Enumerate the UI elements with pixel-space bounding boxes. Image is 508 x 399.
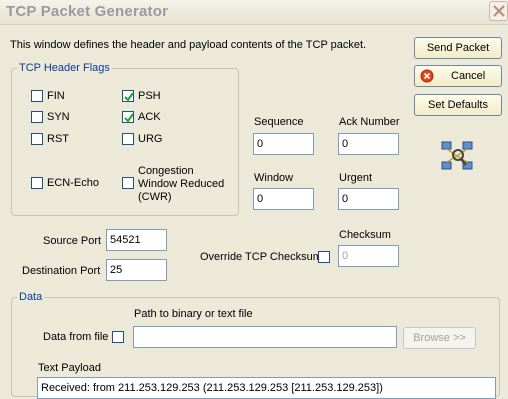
urgent-label: Urgent [339, 172, 373, 184]
psh-label: PSH [138, 90, 161, 102]
destination-port-field[interactable]: 25 [106, 259, 167, 281]
override-checksum-label: Override TCP Checksum [200, 251, 322, 263]
syn-label: SYN [47, 111, 70, 123]
data-legend: Data [17, 291, 45, 303]
ecn-echo-label: ECN-Echo [47, 177, 99, 189]
send-packet-button[interactable]: Send Packet [414, 37, 502, 59]
browse-button[interactable]: Browse >> [403, 327, 476, 349]
window-field[interactable]: 0 [253, 188, 314, 210]
tcp-header-flags-legend: TCP Header Flags [17, 62, 112, 74]
network-icon [440, 139, 474, 173]
urg-checkbox[interactable] [122, 133, 134, 145]
source-port-label: Source Port [43, 235, 102, 247]
window-title: TCP Packet Generator [6, 3, 169, 20]
cancel-button[interactable]: Cancel [414, 65, 502, 87]
ack-checkbox[interactable] [122, 111, 134, 123]
psh-checkbox[interactable] [122, 90, 134, 102]
checkmark-icon [124, 92, 134, 102]
file-path-field[interactable] [133, 326, 397, 348]
text-payload-label: Text Payload [38, 362, 101, 374]
fin-checkbox[interactable] [31, 90, 43, 102]
override-checksum-checkbox[interactable] [318, 251, 330, 263]
sequence-label: Sequence [254, 116, 304, 128]
cancel-label: Cancel [451, 70, 486, 82]
path-label: Path to binary or text file [134, 308, 253, 320]
checksum-field[interactable]: 0 [338, 245, 399, 267]
close-button[interactable] [489, 1, 508, 21]
urgent-field[interactable]: 0 [338, 188, 399, 210]
fin-label: FIN [47, 90, 65, 102]
window-label: Window [254, 172, 294, 184]
cwr-label-line3: (CWR) [138, 191, 172, 203]
ack-number-field[interactable]: 0 [338, 133, 399, 155]
cwr-label-line2: Window Reduced [138, 178, 225, 190]
ack-label: ACK [138, 111, 161, 123]
checksum-label: Checksum [339, 229, 391, 241]
ack-number-label: Ack Number [339, 116, 400, 128]
syn-checkbox[interactable] [31, 111, 43, 123]
rst-label: RST [47, 133, 69, 145]
checkmark-icon [124, 113, 134, 123]
description-text: This window defines the header and paylo… [10, 39, 367, 51]
close-icon [493, 5, 505, 17]
set-defaults-button[interactable]: Set Defaults [414, 94, 502, 116]
urg-label: URG [138, 133, 163, 145]
ecn-echo-checkbox[interactable] [31, 177, 43, 189]
text-payload-field[interactable]: Received: from 211.253.129.253 (211.253.… [37, 377, 496, 399]
data-from-file-label: Data from file [43, 331, 109, 343]
destination-port-label: Destination Port [22, 265, 101, 277]
data-from-file-checkbox[interactable] [112, 331, 124, 343]
cwr-label-line1: Congestion [138, 165, 194, 177]
sequence-field[interactable]: 0 [253, 133, 314, 155]
cwr-checkbox[interactable] [122, 177, 134, 189]
rst-checkbox[interactable] [31, 133, 43, 145]
cancel-icon [420, 69, 434, 83]
source-port-field[interactable]: 54521 [106, 229, 167, 251]
